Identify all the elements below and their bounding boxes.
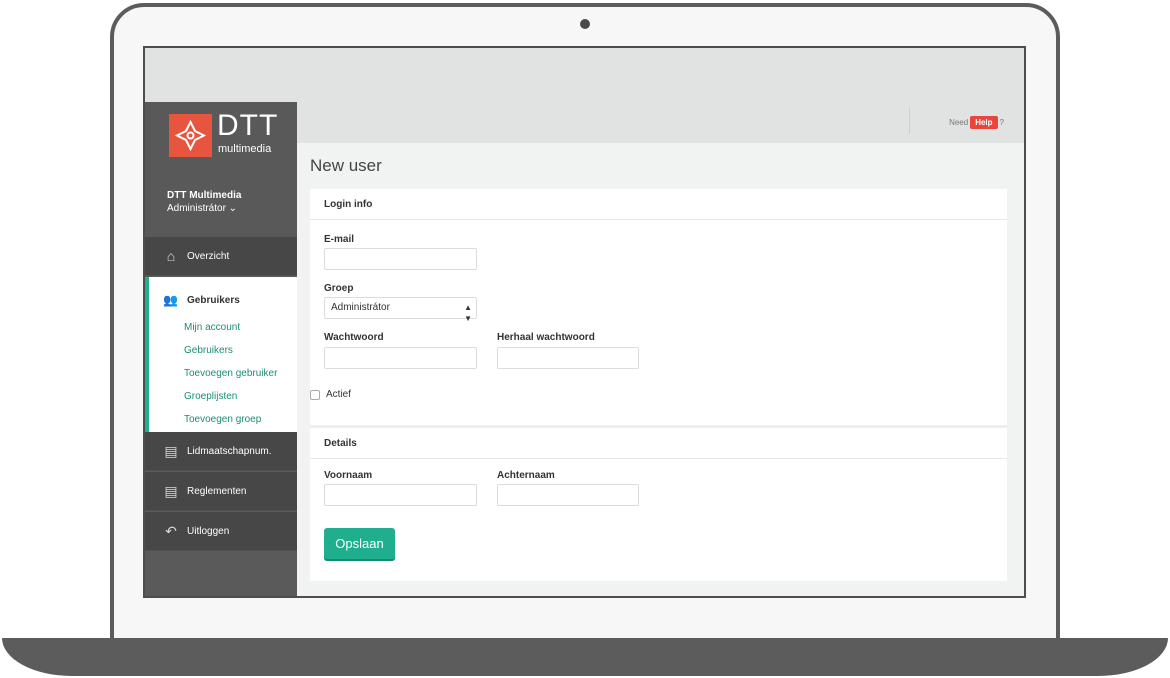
- sidebar-subitem-groeplijsten[interactable]: Groeplijsten: [184, 391, 237, 402]
- sidebar-item-label: Uitloggen: [187, 525, 230, 537]
- browser-top-area: [145, 48, 1024, 102]
- section-title-login-info: Login info: [310, 189, 1007, 220]
- sidebar: DTT multimedia DTT Multimedia Administrá…: [145, 102, 297, 596]
- document-icon: ▤: [164, 482, 178, 499]
- wachtwoord-field[interactable]: [324, 347, 477, 369]
- logo-icon[interactable]: [169, 114, 212, 157]
- actief-label: Actief: [326, 389, 352, 400]
- user-name: DTT Multimedia: [167, 190, 242, 201]
- logout-arrow-icon: ↶: [165, 522, 177, 539]
- help-button[interactable]: Help: [970, 116, 998, 129]
- sidebar-item-label: Reglementen: [187, 485, 247, 497]
- users-icon: 👥: [163, 293, 178, 307]
- email-field[interactable]: [324, 248, 477, 270]
- logo-text: DTT: [217, 109, 279, 142]
- save-button[interactable]: Opslaan: [324, 528, 395, 559]
- herhaal-wachtwoord-label: Herhaal wachtwoord: [497, 332, 595, 343]
- achternaam-label: Achternaam: [497, 470, 555, 481]
- wachtwoord-label: Wachtwoord: [324, 332, 384, 343]
- groep-label: Groep: [324, 283, 354, 294]
- laptop-base: [2, 638, 1168, 676]
- sidebar-subitem-toevoegen-groep[interactable]: Toevoegen groep: [184, 414, 261, 425]
- document-list-icon: ▤: [164, 442, 178, 459]
- voornaam-field[interactable]: [324, 484, 477, 506]
- topbar: Need Help ?: [297, 102, 1024, 143]
- sidebar-subitem-mijn-account[interactable]: Mijn account: [184, 322, 240, 333]
- camera-icon: [580, 19, 590, 29]
- page-title: New user: [310, 156, 382, 175]
- achternaam-field[interactable]: [497, 484, 639, 506]
- sidebar-item-uitloggen[interactable]: ↶ Uitloggen: [145, 512, 297, 551]
- groep-select[interactable]: Administrátor ▲ ▼: [324, 297, 477, 323]
- sidebar-item-lidmaatschap[interactable]: ▤ Lidmaatschapnum.: [145, 432, 297, 471]
- sidebar-item-label: Overzicht: [187, 250, 230, 262]
- screen: DTT multimedia DTT Multimedia Administrá…: [143, 46, 1026, 598]
- actief-checkbox[interactable]: [310, 389, 320, 400]
- email-label: E-mail: [324, 234, 355, 245]
- sidebar-item-reglementen[interactable]: ▤ Reglementen: [145, 472, 297, 511]
- sidebar-item-label: Gebruikers: [187, 294, 240, 306]
- form-card: Login info E-mail Groep Administrátor ▲ ▼…: [310, 189, 1007, 581]
- groep-select-value: Administrátor: [331, 302, 390, 313]
- sidebar-item-gebruikers-header[interactable]: 👥 Gebruikers: [163, 293, 240, 307]
- section-title-details: Details: [310, 428, 1007, 459]
- sidebar-item-overzicht[interactable]: ⌂ Overzicht: [145, 237, 297, 276]
- sidebar-item-label: Lidmaatschapnum.: [187, 445, 272, 457]
- sidebar-subitem-gebruikers[interactable]: Gebruikers: [184, 345, 233, 356]
- voornaam-label: Voornaam: [324, 470, 373, 481]
- herhaal-wachtwoord-field[interactable]: [497, 347, 639, 369]
- logo-area: DTT multimedia DTT Multimedia Administrá…: [145, 102, 297, 237]
- sidebar-subitem-toevoegen-gebruiker[interactable]: Toevoegen gebruiker: [184, 368, 277, 379]
- topbar-divider: [909, 108, 910, 134]
- need-text: Need: [949, 118, 969, 127]
- sidebar-item-gebruikers: 👥 Gebruikers Mijn account Gebruikers Toe…: [145, 277, 297, 432]
- actief-checkbox-row[interactable]: Actief: [310, 389, 351, 400]
- need-help: Need Help ?: [949, 116, 1004, 129]
- select-arrows-icon: ▲ ▼: [464, 303, 472, 323]
- home-icon: ⌂: [166, 248, 176, 264]
- question-mark: ?: [999, 118, 1004, 127]
- logo-subtext: multimedia: [218, 143, 272, 155]
- user-role-dropdown[interactable]: Administrátor ⌄: [167, 203, 237, 214]
